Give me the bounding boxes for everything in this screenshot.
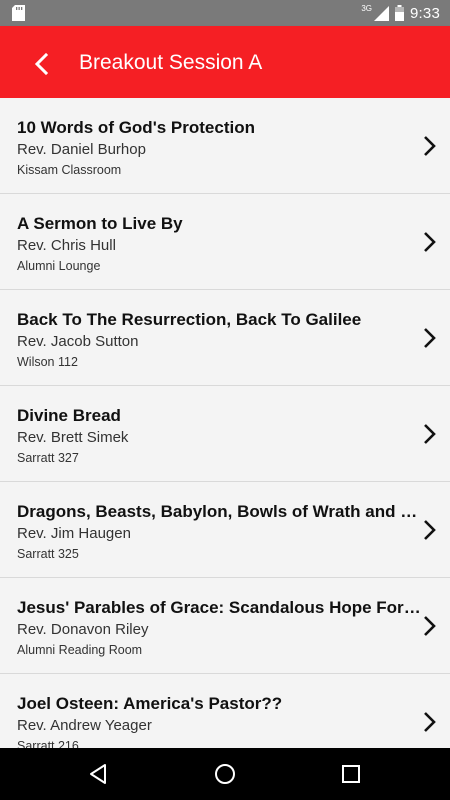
nav-recents-button[interactable] (338, 761, 364, 787)
chevron-right-icon (424, 136, 436, 156)
battery-icon (395, 5, 404, 21)
nav-back-button[interactable] (85, 761, 111, 787)
recents-square-icon (342, 765, 360, 783)
session-speaker: Rev. Daniel Burhop (17, 141, 146, 158)
list-item[interactable]: Jesus' Parables of Grace: Scandalous Hop… (0, 578, 450, 674)
status-bar: 3G 9:33 (0, 0, 450, 26)
session-title: Dragons, Beasts, Babylon, Bowls of Wrath… (17, 502, 423, 521)
session-room: Alumni Reading Room (17, 643, 143, 657)
chevron-right-icon (424, 712, 436, 732)
session-room: Kissam Classroom (17, 163, 122, 177)
session-speaker: Rev. Chris Hull (17, 237, 116, 254)
session-speaker: Rev. Jacob Sutton (17, 333, 139, 350)
session-title: Back To The Resurrection, Back To Galile… (17, 310, 362, 329)
chevron-right-icon (424, 520, 436, 540)
chevron-right-icon (424, 424, 436, 444)
session-list: 10 Words of God's Protection Rev. Daniel… (0, 98, 450, 748)
session-title: 10 Words of God's Protection (17, 118, 255, 137)
home-circle-icon (215, 764, 235, 784)
back-arrow-icon (34, 53, 49, 75)
session-title: Joel Osteen: America's Pastor?? (17, 694, 283, 713)
session-room: Alumni Lounge (17, 259, 101, 273)
session-speaker: Rev. Andrew Yeager (17, 717, 152, 734)
system-nav-bar (0, 748, 450, 800)
session-speaker: Rev. Donavon Riley (17, 621, 149, 638)
session-speaker: Rev. Jim Haugen (17, 525, 131, 542)
session-room: Sarratt 325 (17, 547, 79, 561)
list-item[interactable]: Divine Bread Rev. Brett Simek Sarratt 32… (0, 386, 450, 482)
session-room: Sarratt 216 (17, 739, 79, 748)
chevron-right-icon (424, 328, 436, 348)
nav-home-button[interactable] (212, 761, 238, 787)
list-item[interactable]: A Sermon to Live By Rev. Chris Hull Alum… (0, 194, 450, 290)
session-title: A Sermon to Live By (17, 214, 183, 233)
clock: 9:33 (410, 4, 440, 22)
session-title: Jesus' Parables of Grace: Scandalous Hop… (17, 598, 423, 617)
session-speaker: Rev. Brett Simek (17, 429, 129, 446)
chevron-right-icon (424, 616, 436, 636)
app-bar: Breakout Session A (0, 26, 450, 98)
chevron-right-icon (424, 232, 436, 252)
back-triangle-icon (90, 764, 106, 784)
session-room: Wilson 112 (17, 355, 78, 369)
list-item[interactable]: Back To The Resurrection, Back To Galile… (0, 290, 450, 386)
list-item[interactable]: 10 Words of God's Protection Rev. Daniel… (0, 98, 450, 194)
page-title: Breakout Session A (79, 51, 263, 74)
sd-card-icon (12, 5, 25, 21)
session-title: Divine Bread (17, 406, 121, 425)
session-room: Sarratt 327 (17, 451, 79, 465)
network-type: 3G (361, 3, 372, 13)
list-item[interactable]: Dragons, Beasts, Babylon, Bowls of Wrath… (0, 482, 450, 578)
signal-icon (374, 5, 389, 21)
list-item[interactable]: Joel Osteen: America's Pastor?? Rev. And… (0, 674, 450, 748)
back-button[interactable] (28, 50, 56, 78)
